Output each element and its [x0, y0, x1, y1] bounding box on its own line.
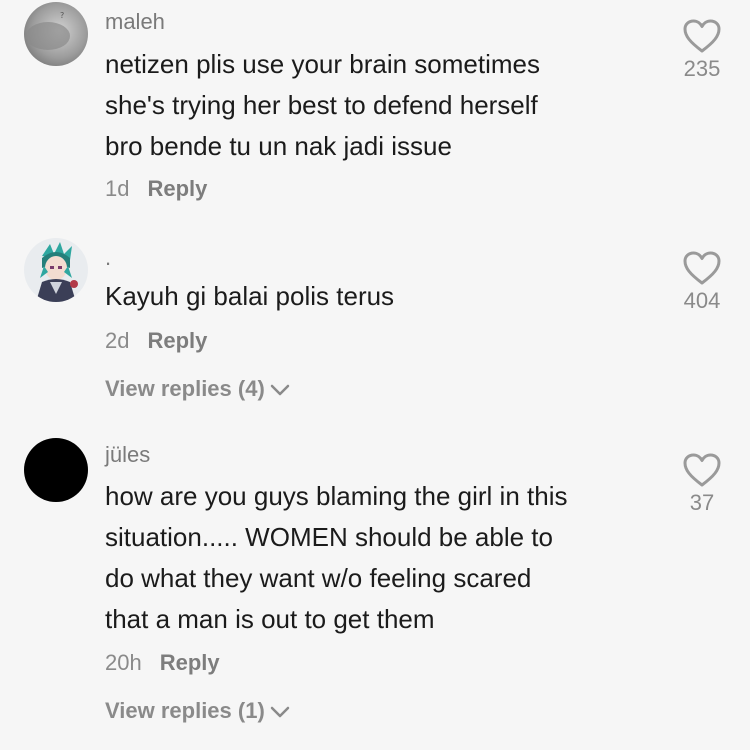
like-control: 235: [672, 18, 732, 82]
like-count: 404: [683, 288, 721, 313]
comment-text: Kayuh gi balai polis terus: [105, 276, 665, 317]
timestamp: 20h: [105, 650, 142, 675]
view-replies-button[interactable]: View replies (4): [105, 376, 291, 402]
comment-line: situation..... WOMEN should be able to: [105, 522, 553, 552]
photo-avatar-icon: ?: [24, 2, 88, 66]
heart-icon[interactable]: [682, 452, 722, 488]
view-replies-button[interactable]: View replies (1): [105, 698, 291, 724]
comment-text: netizen plis use your brain sometimes sh…: [105, 44, 665, 167]
avatar[interactable]: [24, 238, 88, 302]
like-control: 37: [672, 452, 732, 516]
heart-icon[interactable]: [682, 18, 722, 54]
anime-character-avatar-icon: [24, 238, 88, 302]
view-replies-label: View replies (4): [105, 376, 265, 401]
chevron-down-icon: [270, 706, 290, 718]
like-count: 37: [689, 490, 715, 515]
comment-line: netizen plis use your brain sometimes: [105, 49, 540, 79]
reply-button[interactable]: Reply: [147, 176, 207, 201]
heart-icon[interactable]: [682, 250, 722, 286]
comment-line: that a man is out to get them: [105, 604, 435, 634]
avatar[interactable]: [24, 438, 88, 502]
like-count: 235: [683, 56, 721, 81]
comment-line: bro bende tu un nak jadi issue: [105, 131, 452, 161]
username[interactable]: .: [105, 245, 111, 271]
username[interactable]: jüles: [105, 442, 150, 468]
view-replies-label: View replies (1): [105, 698, 265, 723]
timestamp: 1d: [105, 176, 130, 201]
reply-button[interactable]: Reply: [147, 328, 207, 353]
username[interactable]: maleh: [105, 9, 165, 35]
timestamp: 2d: [105, 328, 130, 353]
reply-button[interactable]: Reply: [160, 650, 220, 675]
comment-meta: 2d Reply: [105, 328, 207, 354]
comment-meta: 1d Reply: [105, 176, 207, 202]
chevron-down-icon: [270, 384, 290, 396]
black-avatar-icon: [24, 438, 88, 502]
comment-text: how are you guys blaming the girl in thi…: [105, 476, 665, 640]
comment-line: do what they want w/o feeling scared: [105, 563, 532, 593]
comment-line: Kayuh gi balai polis terus: [105, 281, 395, 311]
comment-line: she's trying her best to defend herself: [105, 90, 538, 120]
like-control: 404: [672, 250, 732, 314]
comment-line: how are you guys blaming the girl in thi…: [105, 481, 568, 511]
comment-meta: 20h Reply: [105, 650, 220, 676]
avatar[interactable]: ?: [24, 2, 88, 66]
avatar-mark: ?: [60, 11, 64, 20]
